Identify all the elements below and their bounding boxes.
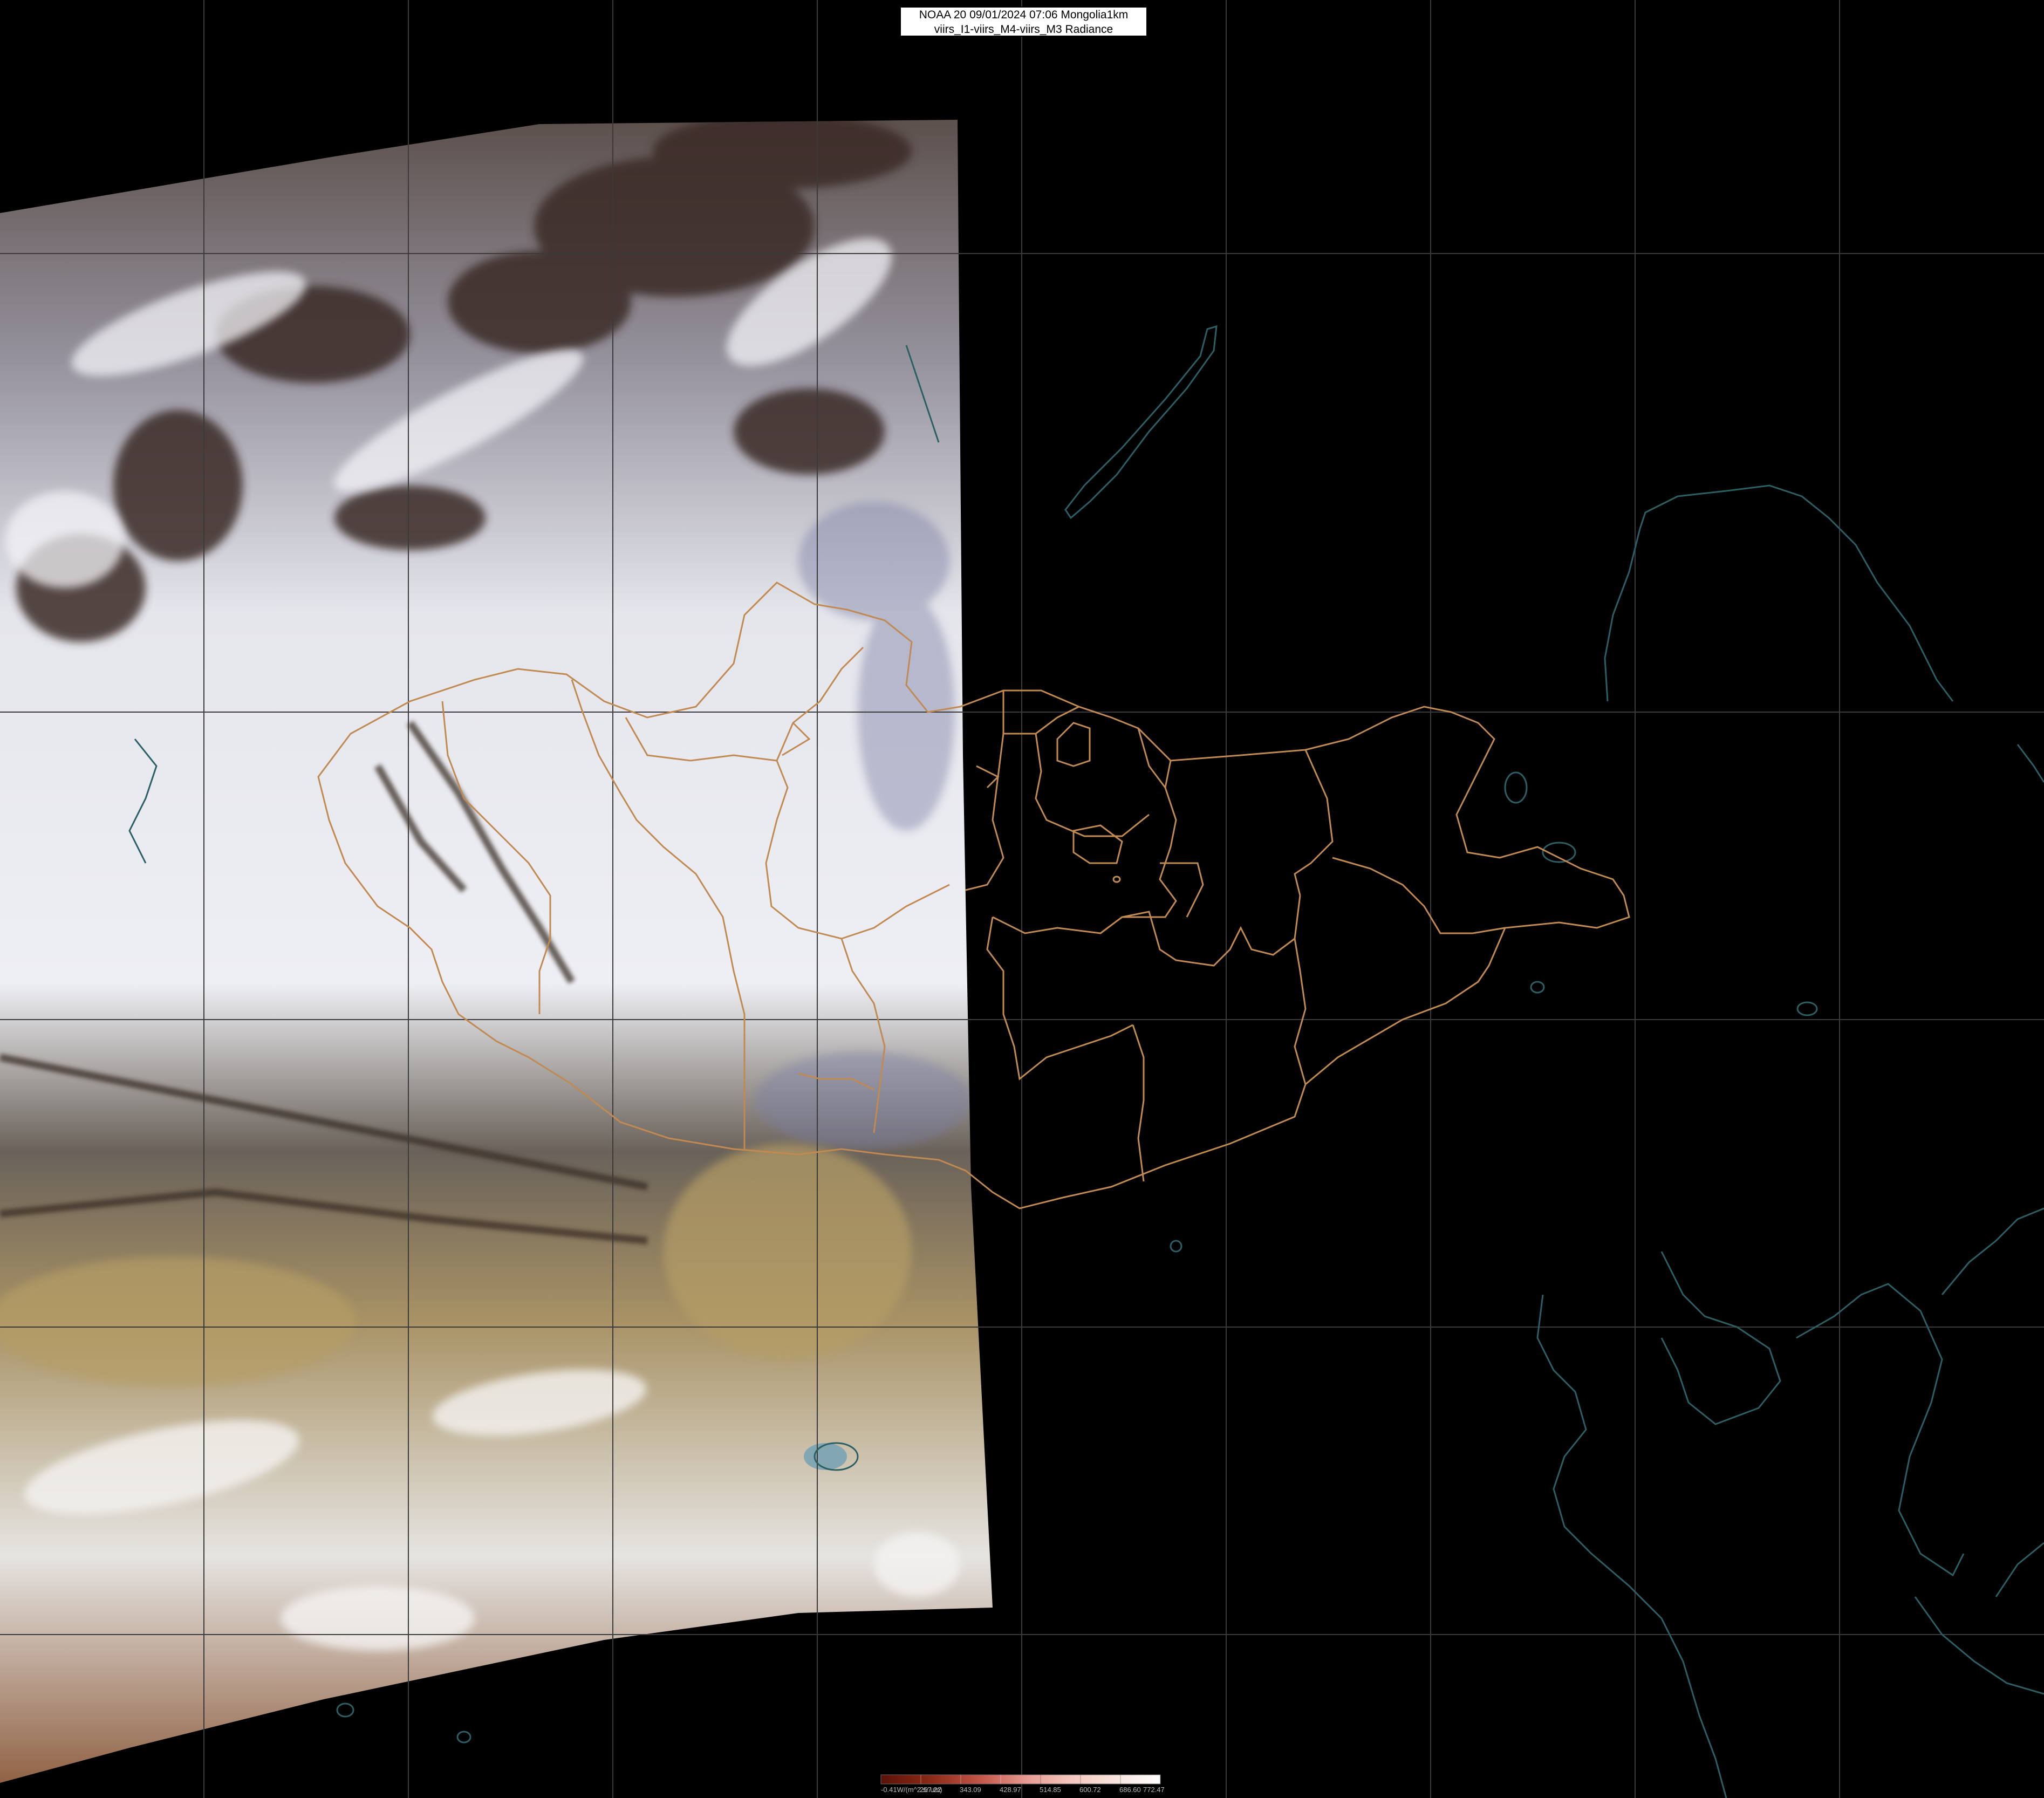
title-line-1: NOAA 20 09/01/2024 07:06 Mongolia1km <box>919 9 1129 21</box>
colorbar-legend: -0.41W/(m^2.sr.um) 257.22 343.09 428.97 … <box>881 1775 1165 1798</box>
satellite-swath <box>0 120 993 1783</box>
colorbar-tick: 257.22 <box>920 1786 941 1794</box>
colorbar-tick: 772.47 <box>1143 1786 1165 1794</box>
colorbar-tick: 600.72 <box>1079 1786 1101 1794</box>
satellite-map <box>0 0 2044 1798</box>
title-line-2: viirs_I1-viirs_M4-viirs_M3 Radiance <box>934 23 1113 36</box>
colorbar-tick: 343.09 <box>960 1786 981 1794</box>
map-title: NOAA 20 09/01/2024 07:06 Mongolia1km vii… <box>900 6 1147 37</box>
colorbar-tick: 514.85 <box>1040 1786 1061 1794</box>
lake-baikal <box>1064 325 1218 519</box>
colorbar-labels: -0.41W/(m^2.sr.um) 257.22 343.09 428.97 … <box>881 1786 1165 1796</box>
colorbar-tick: 428.97 <box>1000 1786 1021 1794</box>
lake <box>804 1443 847 1470</box>
colorbar-tick: 686.60 <box>1119 1786 1141 1794</box>
